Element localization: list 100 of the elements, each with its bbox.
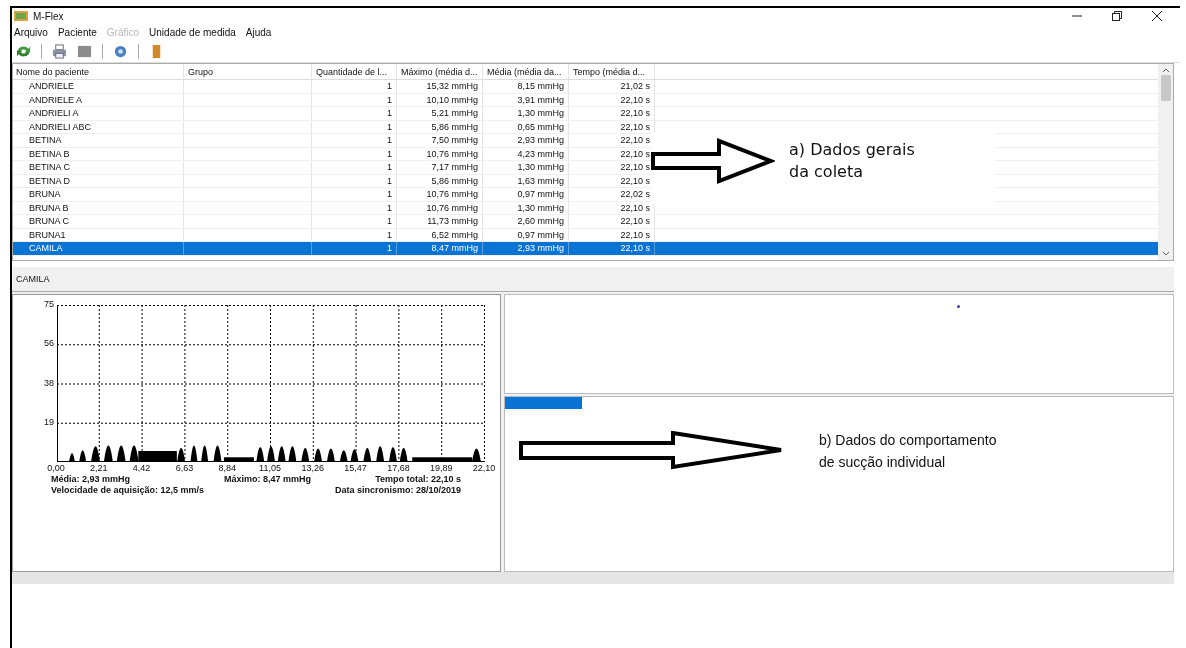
scroll-thumb[interactable] [1160,75,1171,101]
column-header[interactable]: Grupo [184,64,312,79]
column-header[interactable]: Tempo (média d... [569,64,655,79]
table-cell: 1 [387,94,392,105]
table-cell: 0,97 mmHg [517,189,564,200]
menu-item[interactable]: Ajuda [245,26,272,38]
refresh-icon[interactable] [16,43,31,59]
table-cell: 1 [387,229,392,240]
table-cell: 5,86 mmHg [431,175,478,186]
table-cell: 5,21 mmHg [431,108,478,119]
scroll-down-icon[interactable] [1161,251,1170,256]
scrollbar[interactable] [1158,64,1173,260]
table-cell: 15,32 mmHg [426,81,478,92]
stat-text: Média: 2,93 mmHg [51,474,132,484]
help-icon[interactable] [113,43,128,59]
axis-label: 19 [44,416,54,427]
table-row[interactable]: ANDRIELI A 1 5,21 mmHg 1,30 mmHg 22,10 s [13,107,1158,121]
table-cell: 2,93 mmHg [517,243,564,254]
table-cell: 22,10 s [620,216,650,227]
axis-label: 75 [44,299,54,309]
menu-item[interactable]: Unidade de medida [149,26,236,38]
table-cell: 1 [387,189,392,200]
table-cell: 1,63 mmHg [517,175,564,186]
printer-icon[interactable] [52,43,67,59]
table-cell: ANDRIELE A [29,94,83,105]
axis-label: 19,89 [429,463,453,473]
table-cell: ANDRIELE [29,81,74,92]
table-cell: 22,10 s [620,229,650,240]
axis-label: 13,26 [301,463,325,473]
axis-label: 2,21 [90,463,108,473]
axis-label: 11,05 [259,463,281,473]
table-cell: BRUNA C [29,216,69,227]
annotation-text: de sucção individual [819,453,947,472]
table-cell: 10,76 mmHg [426,189,478,200]
axis-label: 6,63 [175,463,194,473]
table-cell: 6,52 mmHg [431,229,478,240]
table-cell: ANDRIELI A [29,108,79,119]
stat-text: Máximo: 8,47 mmHg [222,474,311,484]
table-row[interactable]: BRUNA C 1 11,73 mmHg 2,60 mmHg 22,10 s [13,215,1158,229]
window-title: M-Flex [33,10,64,22]
restore-icon[interactable] [1112,11,1122,21]
table-cell: 22,10 s [620,94,650,105]
axis-label: 38 [44,377,54,388]
column-header[interactable]: Nome do paciente [13,64,184,79]
table-cell: 1,30 mmHg [517,108,564,119]
table-cell: 22,10 s [620,121,650,132]
axis-label: 22,10 [472,463,496,473]
table-cell: 7,17 mmHg [431,162,478,173]
table-cell: 1 [387,108,392,119]
table-cell: BETINA D [29,175,70,186]
table-cell: 1 [387,202,392,213]
table-cell: BETINA [29,135,62,146]
stop-icon[interactable] [77,43,92,59]
table-row[interactable]: ANDRIELE A 1 10,10 mmHg 3,91 mmHg 22,10 s [13,93,1158,107]
table-cell: ANDRIELI ABC [29,121,92,132]
table-cell: 22,10 s [620,108,650,119]
stat-text: Tempo total: 22,10 s [374,474,461,484]
table-cell: 22,10 s [620,175,650,186]
table-cell: BRUNA B [29,202,69,213]
axis-label: 4,42 [132,463,151,473]
table-cell: 3,91 mmHg [517,94,564,105]
close-icon[interactable] [1152,11,1162,21]
table-cell: 1 [387,216,392,227]
scroll-up-icon[interactable] [1161,68,1170,73]
axis-label: 17,68 [387,463,410,473]
table-cell: 1 [387,243,392,254]
axis-label: 0,00 [47,463,65,473]
table-cell: 10,76 mmHg [426,148,478,159]
menu-item[interactable]: Arquivo [14,26,48,38]
annotation-text: b) Dados do comportamento [819,431,997,450]
menu-item[interactable]: Paciente [57,26,97,38]
table-cell: 8,47 mmHg [431,243,478,254]
column-header[interactable]: Máximo (média d... [397,64,483,79]
table-cell: BRUNA1 [29,229,66,240]
table-cell: 5,86 mmHg [431,121,478,132]
stat-text: Data sincronismo: 28/10/2019 [333,485,461,495]
axis-label: 15,47 [344,463,367,473]
table-cell: 10,10 mmHg [426,94,478,105]
table-cell: 22,10 s [620,162,650,173]
table-cell: 1 [387,162,392,173]
table-row[interactable]: CAMILA 1 8,47 mmHg 2,93 mmHg 22,10 s [13,242,1158,256]
table-cell: 2,93 mmHg [517,135,564,146]
table-cell: 7,50 mmHg [431,135,478,146]
table-cell: BETINA C [29,162,70,173]
table-cell: 1,30 mmHg [517,202,564,213]
table-cell: 1 [387,121,392,132]
table-cell: 1 [387,81,392,92]
table-row[interactable]: ANDRIELE 1 15,32 mmHg 8,15 mmHg 21,02 s [13,80,1158,94]
table-cell: 1 [387,135,392,146]
table-cell: 22,10 s [620,202,650,213]
table-cell: 22,10 s [620,148,650,159]
table-cell: 1 [387,148,392,159]
column-header[interactable]: Quantidade de l... [312,64,397,79]
table-cell: 22,10 s [620,135,650,146]
table-cell: 1 [387,175,392,186]
column-header[interactable]: Média (média da... [483,64,569,79]
table-cell: BETINA B [29,148,70,159]
table-cell: 21,02 s [620,81,650,92]
axis-label: 56 [44,338,54,349]
table-cell: 1,30 mmHg [517,162,564,173]
